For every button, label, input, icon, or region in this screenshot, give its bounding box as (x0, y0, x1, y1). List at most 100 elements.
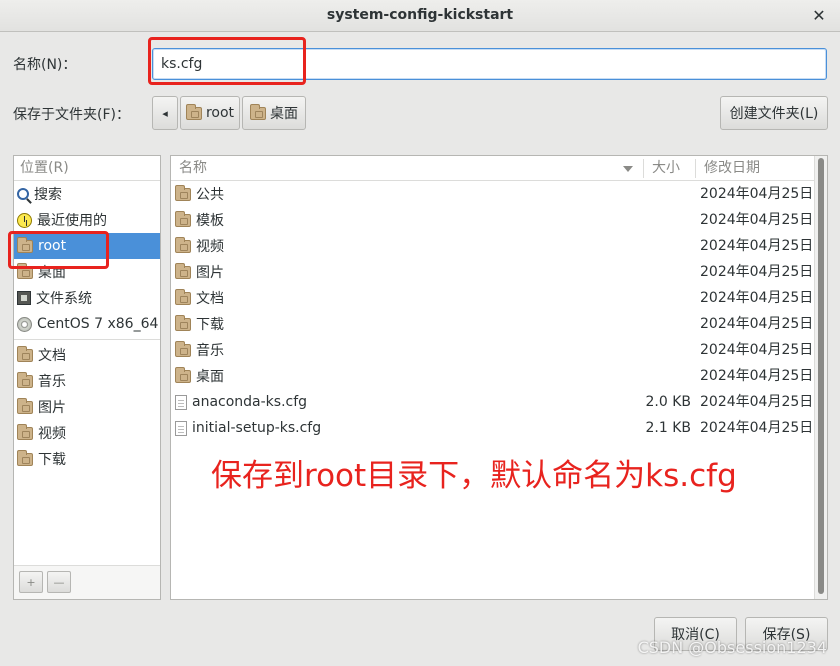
file-row[interactable]: 模板 2024年04月25日 (171, 207, 815, 233)
file-row[interactable]: 公共 2024年04月25日 (171, 181, 815, 207)
sidebar-item-documents[interactable]: 文档 (14, 342, 160, 368)
path-button-desktop[interactable]: 桌面 (242, 96, 306, 130)
drive-icon (17, 291, 31, 305)
column-header-size[interactable]: 大小 (652, 156, 680, 180)
close-icon[interactable]: ✕ (808, 5, 830, 27)
folder-icon (175, 288, 191, 305)
folder-icon (175, 366, 191, 383)
path-segment-label: root (205, 105, 235, 121)
sidebar-item-root[interactable]: root (14, 233, 160, 259)
file-size: 2.0 KB (645, 394, 692, 410)
window-title: system-config-kickstart (326, 7, 514, 23)
file-row[interactable]: 文档 2024年04月25日 (171, 285, 815, 311)
desktop-folder-icon (250, 103, 266, 120)
file-size (643, 363, 691, 389)
folder-icon (175, 210, 191, 227)
folder-icon (17, 449, 33, 466)
file-modified: 2024年04月25日 (700, 368, 814, 384)
sidebar-item-label: 下载 (38, 452, 66, 468)
file-row[interactable]: 图片 2024年04月25日 (171, 259, 815, 285)
create-folder-button[interactable]: 创建文件夹(L) (720, 96, 828, 130)
file-row[interactable]: 视频 2024年04月25日 (171, 233, 815, 259)
sidebar-item-label: 文件系统 (36, 291, 92, 307)
file-list: 名称 大小 修改日期 公共 2024年04月25日 模板 2024年04月25日… (170, 155, 828, 600)
file-name: 模板 (196, 213, 224, 229)
folder-icon (175, 314, 191, 331)
sidebar-item-downloads[interactable]: 下载 (14, 446, 160, 472)
column-separator (643, 159, 644, 178)
sidebar-item-centos-disc[interactable]: CentOS 7 x86_64 (14, 311, 160, 337)
file-name: 图片 (196, 265, 224, 281)
plus-icon: + (26, 575, 36, 589)
file-name: initial-setup-ks.cfg (192, 420, 322, 436)
file-name: anaconda-ks.cfg (192, 394, 308, 410)
home-folder-icon (17, 236, 33, 253)
file-list-scrollbar[interactable] (814, 156, 827, 599)
file-modified: 2024年04月25日 (700, 212, 814, 228)
sidebar-item-label: root (38, 238, 67, 254)
file-size (643, 285, 691, 311)
sidebar-item-search[interactable]: 搜索 (14, 181, 160, 207)
path-segment-label: 桌面 (270, 106, 298, 122)
folder-icon (17, 371, 33, 388)
sidebar-item-label: 图片 (38, 400, 66, 416)
column-header-modified[interactable]: 修改日期 (704, 156, 760, 180)
file-modified: 2024年04月25日 (700, 264, 814, 280)
sidebar-item-pictures[interactable]: 图片 (14, 394, 160, 420)
sidebar-item-videos[interactable]: 视频 (14, 420, 160, 446)
sidebar-separator (14, 339, 160, 340)
file-modified: 2024年04月25日 (700, 420, 814, 436)
window-titlebar: system-config-kickstart ✕ (0, 0, 840, 32)
disc-icon (17, 316, 32, 332)
sort-descending-icon (623, 166, 633, 172)
desktop-folder-icon (17, 262, 33, 279)
file-modified: 2024年04月25日 (700, 186, 814, 202)
sidebar-item-music[interactable]: 音乐 (14, 368, 160, 394)
folder-icon (175, 236, 191, 253)
sidebar-item-label: 最近使用的 (37, 213, 107, 229)
file-size (643, 207, 691, 233)
add-bookmark-button[interactable]: + (19, 571, 43, 593)
sidebar-item-filesystem[interactable]: 文件系统 (14, 285, 160, 311)
file-size (643, 311, 691, 337)
file-size (643, 259, 691, 285)
sidebar-item-label: 视频 (38, 426, 66, 442)
text-file-icon (175, 394, 187, 410)
file-row[interactable]: initial-setup-ks.cfg 2.1 KB 2024年04月25日 (171, 415, 815, 441)
file-name: 下载 (196, 317, 224, 333)
folder-icon (175, 184, 191, 201)
scrollbar-thumb[interactable] (818, 158, 824, 594)
file-name-input[interactable] (152, 48, 827, 80)
folder-icon (175, 340, 191, 357)
file-size (643, 337, 691, 363)
file-row[interactable]: anaconda-ks.cfg 2.0 KB 2024年04月25日 (171, 389, 815, 415)
path-button-root[interactable]: root (180, 96, 240, 130)
file-row[interactable]: 桌面 2024年04月25日 (171, 363, 815, 389)
annotation-text: 保存到root目录下，默认命名为ks.cfg (211, 458, 737, 494)
watermark: CSDN @Obsession1234 (637, 638, 827, 657)
chevron-left-icon: ◂ (162, 106, 168, 120)
file-row[interactable]: 音乐 2024年04月25日 (171, 337, 815, 363)
file-modified: 2024年04月25日 (700, 290, 814, 306)
file-name: 视频 (196, 239, 224, 255)
column-header-name[interactable]: 名称 (179, 156, 207, 180)
folder-icon (175, 262, 191, 279)
path-back-button[interactable]: ◂ (152, 96, 178, 130)
file-name: 文档 (196, 291, 224, 307)
column-separator (695, 159, 696, 178)
minus-icon: — (53, 575, 65, 589)
file-name: 音乐 (196, 343, 224, 359)
folder-label: 保存于文件夹(F)： (13, 107, 130, 123)
file-name: 桌面 (196, 369, 224, 385)
sidebar-item-label: 文档 (38, 348, 66, 364)
sidebar-item-recent[interactable]: 最近使用的 (14, 207, 160, 233)
folder-icon (17, 345, 33, 362)
file-row[interactable]: 下载 2024年04月25日 (171, 311, 815, 337)
sidebar-item-label: 搜索 (34, 187, 62, 203)
file-modified: 2024年04月25日 (700, 316, 814, 332)
name-label: 名称(N)： (13, 57, 77, 73)
remove-bookmark-button[interactable]: — (47, 571, 71, 593)
sidebar-item-desktop[interactable]: 桌面 (14, 259, 160, 285)
sidebar-item-label: CentOS 7 x86_64 (37, 316, 159, 332)
file-size (643, 181, 691, 207)
